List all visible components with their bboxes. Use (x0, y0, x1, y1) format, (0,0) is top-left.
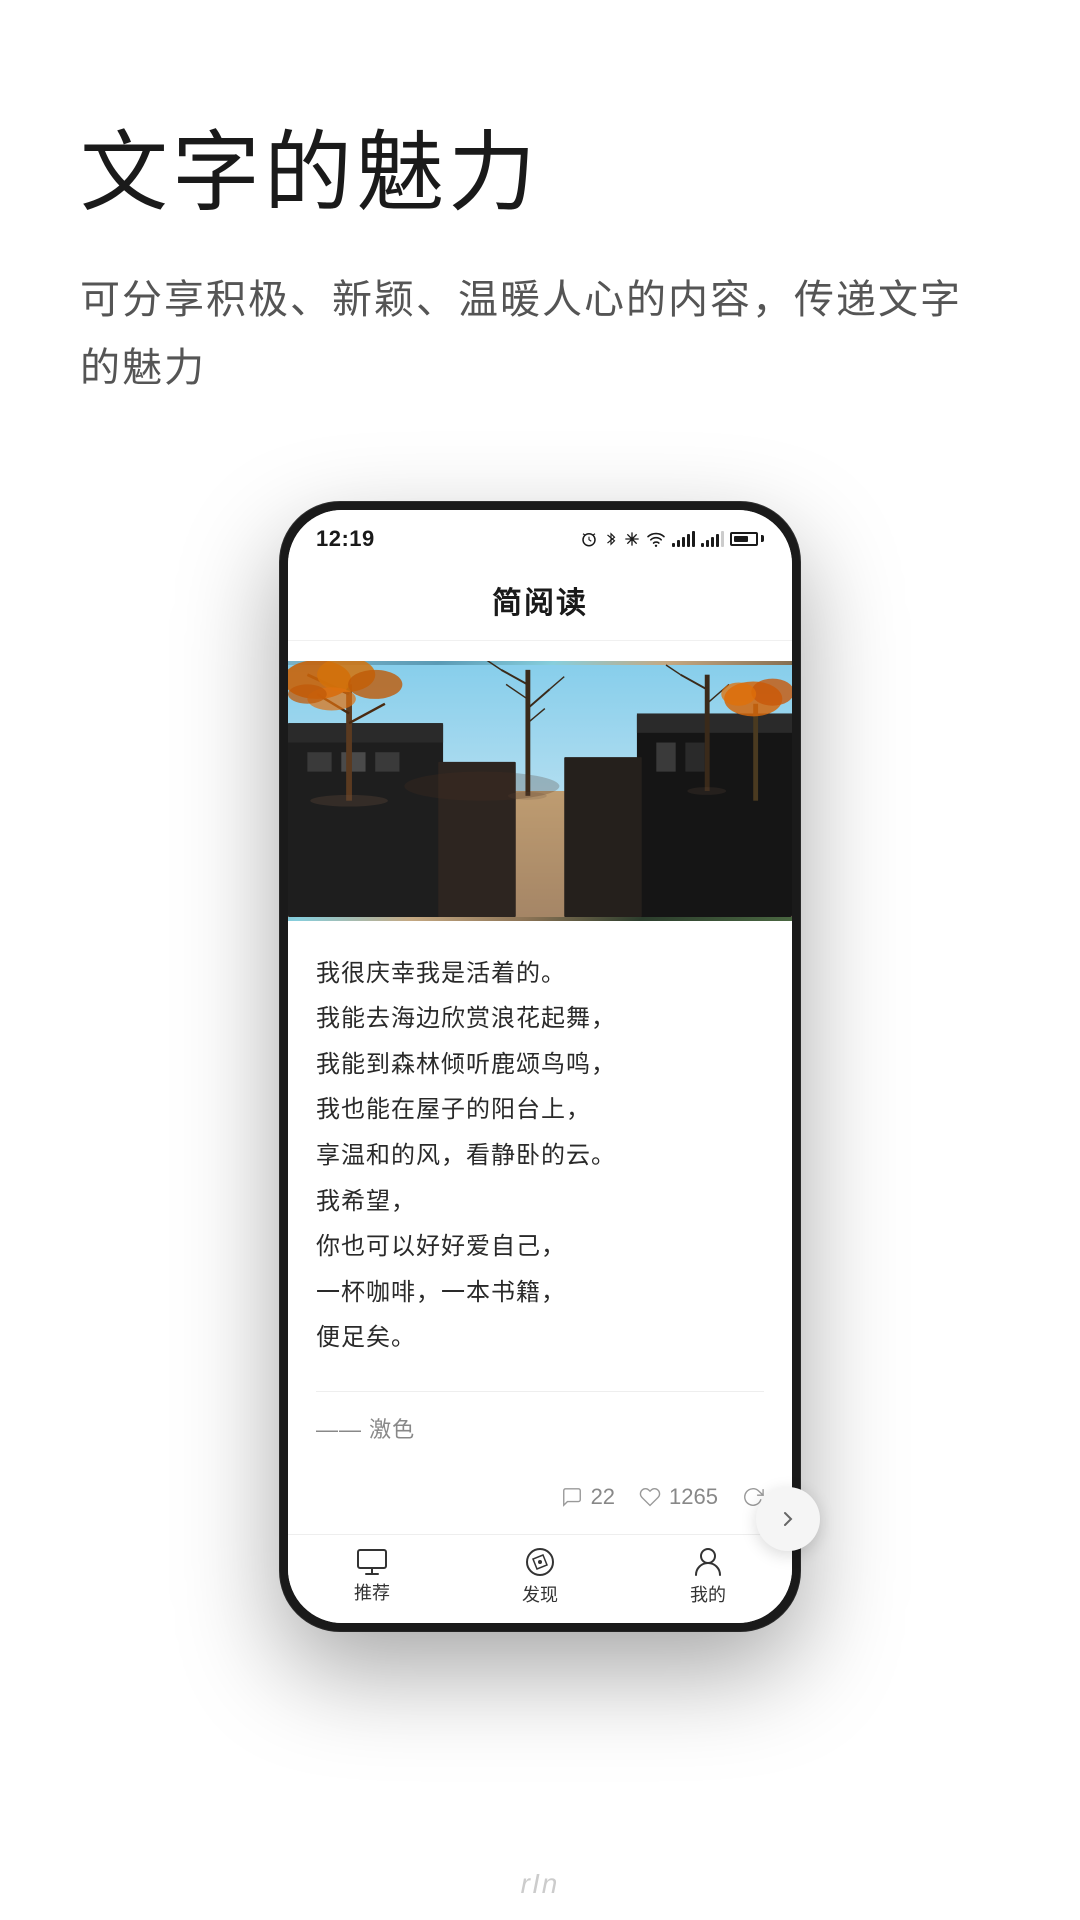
nav-label-discover: 发现 (522, 1581, 558, 1607)
article-body: 我很庆幸我是活着的。 我能去海边欣赏浪花起舞， 我能到森林倾听鹿颂鸟鸣， 我也能… (288, 921, 792, 1464)
article-line-2: 我能去海边欣赏浪花起舞， (316, 996, 764, 1042)
user-icon (694, 1547, 722, 1577)
article-image (288, 661, 792, 921)
app-content: 我很庆幸我是活着的。 我能去海边欣赏浪花起舞， 我能到森林倾听鹿颂鸟鸣， 我也能… (288, 661, 792, 1534)
nav-label-profile: 我的 (690, 1581, 726, 1607)
article-line-8: 一杯咖啡，一本书籍， (316, 1270, 764, 1316)
article-card[interactable]: 我很庆幸我是活着的。 我能去海边欣赏浪花起舞， 我能到森林倾听鹿颂鸟鸣， 我也能… (288, 661, 792, 1534)
article-stats: 22 1265 (288, 1464, 792, 1534)
article-line-4: 我也能在屋子的阳台上， (316, 1087, 764, 1133)
app-header: 简阅读 (288, 560, 792, 641)
comment-icon (561, 1486, 583, 1508)
article-line-1: 我很庆幸我是活着的。 (316, 951, 764, 997)
monitor-icon (357, 1549, 387, 1575)
like-stat[interactable]: 1265 (639, 1484, 718, 1510)
wifi-icon (646, 531, 666, 547)
subtitle: 可分享积极、新颖、温暖人心的内容，传递文字的魅力 (80, 266, 1000, 402)
next-button[interactable] (756, 1487, 820, 1551)
chevron-right-icon (776, 1507, 800, 1531)
nav-item-discover[interactable]: 发现 (522, 1547, 558, 1607)
signal-bars-1 (672, 531, 695, 547)
phone-mockup-wrapper: 12:19 (0, 462, 1080, 1920)
nav-label-recommend: 推荐 (354, 1579, 390, 1605)
article-line-3: 我能到森林倾听鹿颂鸟鸣， (316, 1042, 764, 1088)
nav-item-recommend[interactable]: 推荐 (354, 1549, 390, 1605)
comment-stat[interactable]: 22 (561, 1484, 615, 1510)
article-line-6: 我希望， (316, 1179, 764, 1225)
article-text: 我很庆幸我是活着的。 我能去海边欣赏浪花起舞， 我能到森林倾听鹿颂鸟鸣， 我也能… (316, 951, 764, 1361)
status-icons (580, 530, 764, 548)
status-bar: 12:19 (288, 510, 792, 560)
app-title: 简阅读 (492, 587, 588, 620)
phone-mockup: 12:19 (280, 502, 800, 1631)
bluetooth-icon (604, 530, 618, 548)
compass-icon (525, 1547, 555, 1577)
article-line-5: 享温和的风，看静卧的云。 (316, 1133, 764, 1179)
battery-icon (730, 532, 764, 546)
article-line-9: 便足矣。 (316, 1315, 764, 1361)
article-scene-svg (288, 661, 792, 921)
main-title: 文字的魅力 (80, 120, 1000, 226)
page-container: 文字的魅力 可分享积极、新颖、温暖人心的内容，传递文字的魅力 12:19 (0, 0, 1080, 1920)
nav-item-profile[interactable]: 我的 (690, 1547, 726, 1607)
top-content: 文字的魅力 可分享积极、新颖、温暖人心的内容，传递文字的魅力 (0, 0, 1080, 462)
status-time: 12:19 (316, 526, 375, 552)
heart-icon (639, 1486, 661, 1508)
phone-inner: 12:19 (288, 510, 792, 1623)
alarm-icon (580, 530, 598, 548)
article-author: —— 激色 (316, 1391, 764, 1444)
article-line-7: 你也可以好好爱自己， (316, 1224, 764, 1270)
bottom-brand: rIn (521, 1868, 560, 1900)
comment-count: 22 (591, 1484, 615, 1510)
signal-bars-2 (701, 531, 724, 547)
like-count: 1265 (669, 1484, 718, 1510)
bottom-nav: 推荐 发现 (288, 1534, 792, 1623)
vibrate-icon (624, 530, 640, 548)
